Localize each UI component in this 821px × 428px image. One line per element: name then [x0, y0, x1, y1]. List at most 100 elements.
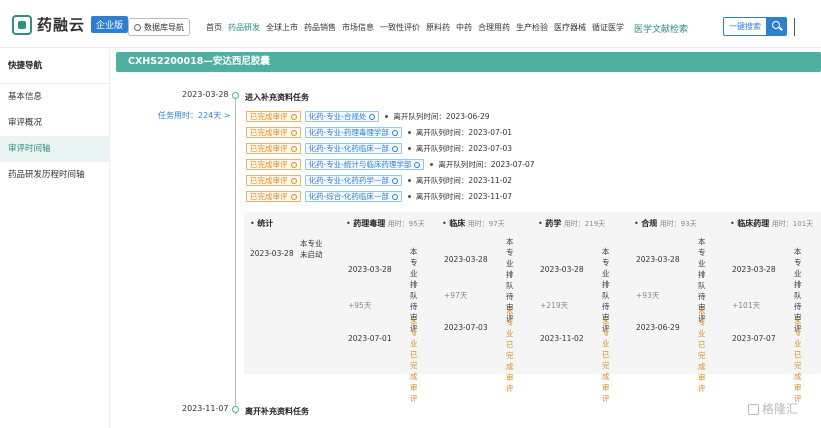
- elapsed: +219天: [540, 301, 569, 310]
- event-date: 2023-11-07: [182, 404, 229, 413]
- sidebar-item-review-overview[interactable]: 审评概况: [0, 110, 109, 136]
- status-badge: 已完成审评: [246, 174, 301, 186]
- menu-item-production[interactable]: 生产检验: [516, 22, 548, 35]
- menu-item-consistency[interactable]: 一致性评价: [380, 22, 420, 35]
- sidebar: 快捷导航 基本信息 审评概况 审评时间轴 药品研发历程时间轴: [0, 48, 110, 428]
- clock-icon: [290, 161, 297, 168]
- end-date: 2023-06-29: [636, 323, 680, 332]
- start-status: 本专业未启动: [300, 239, 323, 259]
- leave-time: 离开队列时间：2023-11-02: [415, 175, 513, 185]
- status-badge: 已完成审评: [246, 158, 301, 170]
- menu-item-ebm[interactable]: 循证医学: [592, 22, 624, 35]
- end-status: 本专业已完成审评: [698, 307, 706, 393]
- column-header: • 统计: [250, 219, 274, 228]
- task-row: 已完成审评 化药-专业-化药药学一部 离开队列时间：2023-11-02: [246, 174, 512, 186]
- start-date: 2023-03-28: [444, 255, 488, 264]
- main-content: CXHS2200018—安达西尼胶囊 2023-03-28 进入补充资料任务 任…: [116, 52, 821, 428]
- dept-tag[interactable]: 化药-专业-统计与临床药理学部: [304, 158, 425, 170]
- database-nav-label: 数据库导航: [144, 22, 184, 32]
- column-header: • 临床药理 用时：101天: [730, 219, 814, 228]
- menu-item-tcm[interactable]: 中药: [456, 22, 472, 35]
- elapsed: +95天: [348, 301, 372, 310]
- logo-icon: [12, 14, 32, 35]
- end-status: 本专业已完成审评: [410, 317, 418, 403]
- menu-item-market[interactable]: 市场信息: [342, 22, 374, 35]
- elapsed: +97天: [444, 291, 468, 300]
- elapsed: +93天: [636, 291, 660, 300]
- end-date: 2023-07-07: [732, 334, 776, 343]
- watermark-logo-icon: [748, 404, 759, 415]
- leave-time: 离开队列时间：2023-07-01: [415, 127, 513, 137]
- dept-tag[interactable]: 化药-综合-化药临床一部: [304, 190, 402, 202]
- sidebar-item-rnd-timeline[interactable]: 药品研发历程时间轴: [0, 162, 109, 188]
- sidebar-item-basic-info[interactable]: 基本信息: [0, 84, 109, 110]
- database-nav-button[interactable]: 数据库导航: [128, 18, 190, 36]
- logo-text: 药融云: [37, 16, 86, 34]
- page-title: CXHS2200018—安达西尼胶囊: [116, 52, 821, 72]
- column-header: • 临床 用时：97天: [442, 219, 505, 228]
- start-date: 2023-03-28: [732, 265, 776, 274]
- specialty-column: • 药理毒理 用时：95天 2023-03-28 本专业排队待审评 +95天 2…: [340, 212, 436, 403]
- event-label: 离开补充资料任务: [245, 407, 309, 416]
- start-date: 2023-03-28: [636, 255, 680, 264]
- enterprise-badge: 企业版: [91, 16, 129, 33]
- end-date: 2023-07-03: [444, 323, 488, 332]
- end-date: 2023-11-02: [540, 334, 584, 343]
- specialty-column: • 临床药理 用时：101天 2023-03-28 本专业排队待审评 +101天…: [724, 212, 821, 403]
- task-row: 已完成审评 化药-专业-合规处 离开队列时间：2023-06-29: [246, 110, 490, 122]
- clock-icon: [290, 145, 297, 152]
- task-row: 已完成审评 化药-专业-统计与临床药理学部 离开队列时间：2023-07-07: [246, 158, 535, 170]
- status-badge: 已完成审评: [246, 142, 301, 154]
- menu-item-rnd[interactable]: 药品研发: [228, 22, 260, 35]
- menu-item-sales[interactable]: 药品销售: [304, 22, 336, 35]
- top-bar: 药融云 企业版 数据库导航 首页 药品研发 全球上市 药品销售 市场信息 一致性…: [0, 0, 821, 48]
- clock-icon: [290, 113, 297, 120]
- status-badge: 已完成审评: [246, 190, 301, 202]
- main-menu: 首页 药品研发 全球上市 药品销售 市场信息 一致性评价 原料药 中药 合理用药…: [206, 22, 688, 35]
- timeline-line: [235, 94, 236, 414]
- specialty-panel: • 统计 2023-03-28 本专业未启动 • 药理毒理 用时：95天 202…: [244, 212, 821, 403]
- leave-time: 离开队列时间：2023-06-29: [393, 111, 490, 121]
- status-badge: 已完成审评: [246, 110, 301, 122]
- menu-item-rational[interactable]: 合理用药: [478, 22, 510, 35]
- sidebar-item-review-timeline[interactable]: 审评时间轴: [0, 136, 109, 162]
- divider: [794, 18, 795, 36]
- dept-tag[interactable]: 化药-专业-药理毒理学部: [304, 126, 402, 138]
- column-header: • 药学 用时：219天: [538, 219, 606, 228]
- menu-item-devices[interactable]: 医疗器械: [554, 22, 586, 35]
- clock-icon: [369, 113, 376, 120]
- clock-icon: [290, 193, 297, 200]
- task-row: 已完成审评 化药-专业-化药临床一部 离开队列时间：2023-07-03: [246, 142, 512, 154]
- menu-item-api[interactable]: 原料药: [426, 22, 450, 35]
- clock-icon: [391, 129, 398, 136]
- timeline-node: [232, 406, 239, 413]
- nav-circle-icon: [134, 23, 141, 31]
- end-status: 本专业已完成审评: [506, 307, 514, 393]
- elapsed: +101天: [732, 301, 761, 310]
- one-click-search-button[interactable]: 一键搜索: [723, 17, 767, 36]
- specialty-column: • 合规 用时：93天 2023-03-28 本专业排队待审评 +93天 202…: [628, 212, 724, 393]
- specialty-column: • 药学 用时：219天 2023-03-28 本专业排队待审评 +219天 2…: [532, 212, 628, 403]
- logo[interactable]: 药融云 企业版: [12, 14, 129, 35]
- dept-tag[interactable]: 化药-专业-化药药学一部: [304, 174, 402, 186]
- column-header: • 合规 用时：93天: [634, 219, 697, 228]
- watermark: 格隆汇: [748, 400, 798, 417]
- event-label: 进入补充资料任务: [245, 93, 309, 102]
- dept-tag[interactable]: 化药-专业-合规处: [304, 110, 380, 122]
- menu-item-global[interactable]: 全球上市: [266, 22, 298, 35]
- specialty-column: • 临床 用时：97天 2023-03-28 本专业排队待审评 +97天 202…: [436, 212, 532, 393]
- clock-icon: [290, 177, 297, 184]
- start-date: 2023-03-28: [540, 265, 584, 274]
- leave-time: 离开队列时间：2023-07-07: [438, 159, 535, 169]
- dept-tag[interactable]: 化药-专业-化药临床一部: [304, 142, 402, 154]
- task-row: 已完成审评 化药-综合-化药临床一部 离开队列时间：2023-11-07: [246, 190, 512, 202]
- menu-item-home[interactable]: 首页: [206, 22, 222, 35]
- task-duration-link[interactable]: 任务用时：224天 >: [158, 110, 231, 121]
- end-date: 2023-07-01: [348, 334, 392, 343]
- column-header: • 药理毒理 用时：95天: [346, 219, 425, 228]
- timeline-node: [232, 92, 239, 99]
- leave-time: 离开队列时间：2023-07-03: [415, 143, 513, 153]
- menu-item-literature[interactable]: 医学文献检索: [634, 22, 688, 35]
- search-icon[interactable]: [767, 17, 787, 36]
- clock-icon: [290, 129, 297, 136]
